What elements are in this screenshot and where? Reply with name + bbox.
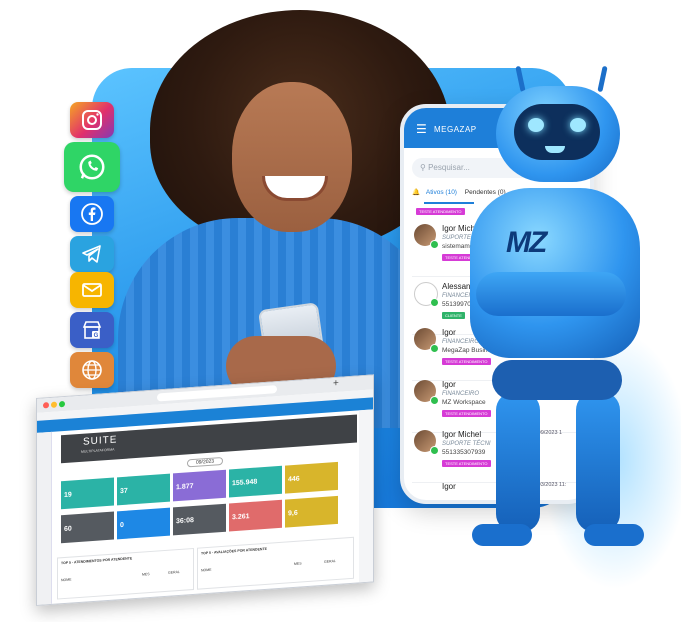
report-title: TOP 5 - ATENDIMENTOS POR ATENDENTE xyxy=(61,556,133,566)
column-header: GERAL xyxy=(168,569,180,575)
period-selector[interactable]: 09/2023 xyxy=(187,456,224,468)
column-header: GERAL xyxy=(324,559,336,564)
search-icon: ⚲ xyxy=(420,163,426,172)
google-my-business-icon: G xyxy=(70,312,114,348)
kpi-tile[interactable]: 155.948 xyxy=(229,465,282,498)
report-panel: TOP 5 - ATENDIMENTOS POR ATENDENTE NOME … xyxy=(57,547,194,600)
kpi-tile[interactable]: 9,6 xyxy=(285,495,338,528)
robot-foot xyxy=(472,524,532,546)
kpi-tile[interactable]: 19 xyxy=(61,477,114,510)
chat-department: FINANCEIRO xyxy=(442,339,480,345)
chat-tag: CLIENTE xyxy=(442,312,465,319)
kpi-tile[interactable]: 3.261 xyxy=(229,499,282,532)
chat-last-message: MZ Workspace xyxy=(442,399,486,406)
column-header: NOME xyxy=(61,577,72,583)
report-panel: TOP 5 - AVALIAÇÕES POR ATENDENTE NOME ME… xyxy=(197,536,354,590)
column-header: NOME xyxy=(201,567,212,573)
column-header: MES xyxy=(142,572,150,577)
kpi-tile[interactable]: 37 xyxy=(117,473,170,506)
robot-eye xyxy=(570,118,586,132)
kpi-tile[interactable]: 0 xyxy=(117,507,170,540)
chat-tag: TESTE ATENDIMENTO xyxy=(442,410,491,417)
chat-department: FINANCEIRO xyxy=(442,391,480,397)
kpi-tile[interactable]: 1.877 xyxy=(173,469,226,502)
report-title: TOP 5 - AVALIAÇÕES POR ATENDENTE xyxy=(201,546,267,556)
robot-hip xyxy=(492,360,622,400)
dashboard-window: + SUITE MULTIPLATAFORMA 09/2023 19 37 1.… xyxy=(36,374,374,606)
facebook-icon xyxy=(70,196,114,232)
online-status-icon xyxy=(430,298,439,307)
chat-tag: TESTE ATENDIMENTO xyxy=(442,358,491,365)
chat-tag: TESTE ATENDIMENTO xyxy=(442,460,491,467)
search-placeholder: Pesquisar... xyxy=(428,163,470,172)
kpi-tile[interactable]: 36:08 xyxy=(173,503,226,536)
instagram-icon xyxy=(70,102,114,138)
hamburger-menu-icon[interactable]: ☰ xyxy=(416,122,427,136)
robot-logo: MZ xyxy=(506,226,547,259)
chat-department: SUPORTE TÉCNI xyxy=(442,441,491,447)
kpi-tile[interactable]: 60 xyxy=(61,511,114,544)
online-status-icon xyxy=(430,344,439,353)
chat-name: Igor Michel xyxy=(442,430,482,439)
chat-tag: TESTE ATENDIMENTO xyxy=(416,208,465,215)
column-header: MES xyxy=(294,561,302,566)
woman-face xyxy=(232,82,352,232)
bell-icon: 🔔 xyxy=(412,189,421,196)
telegram-icon xyxy=(70,236,114,272)
left-sidebar xyxy=(37,431,52,605)
kpi-tile[interactable]: 446 xyxy=(285,461,338,494)
email-icon xyxy=(70,272,114,308)
online-status-icon xyxy=(430,396,439,405)
robot-arms xyxy=(476,272,626,316)
robot-foot xyxy=(584,524,644,546)
svg-text:G: G xyxy=(94,333,99,339)
right-sidebar xyxy=(359,409,373,583)
whatsapp-icon xyxy=(64,142,120,192)
chat-name: Igor Mich xyxy=(442,224,475,233)
robot-leg xyxy=(496,392,540,532)
tab-active[interactable]: Ativos (10) xyxy=(426,189,457,196)
robot-eye xyxy=(528,118,544,132)
chat-name: Igor xyxy=(442,380,456,389)
robot-leg xyxy=(576,392,620,532)
chat-last-message: 551335307939 xyxy=(442,449,486,456)
active-tab-indicator xyxy=(424,202,474,204)
app-title: MEGAZAP xyxy=(434,125,477,134)
online-status-icon xyxy=(430,446,439,455)
new-tab-icon[interactable]: + xyxy=(333,378,339,389)
chat-name: Igor xyxy=(442,482,456,491)
robot-antenna xyxy=(597,65,608,93)
online-status-icon xyxy=(430,240,439,249)
chat-name: Igor xyxy=(442,328,456,337)
web-icon xyxy=(70,352,114,388)
